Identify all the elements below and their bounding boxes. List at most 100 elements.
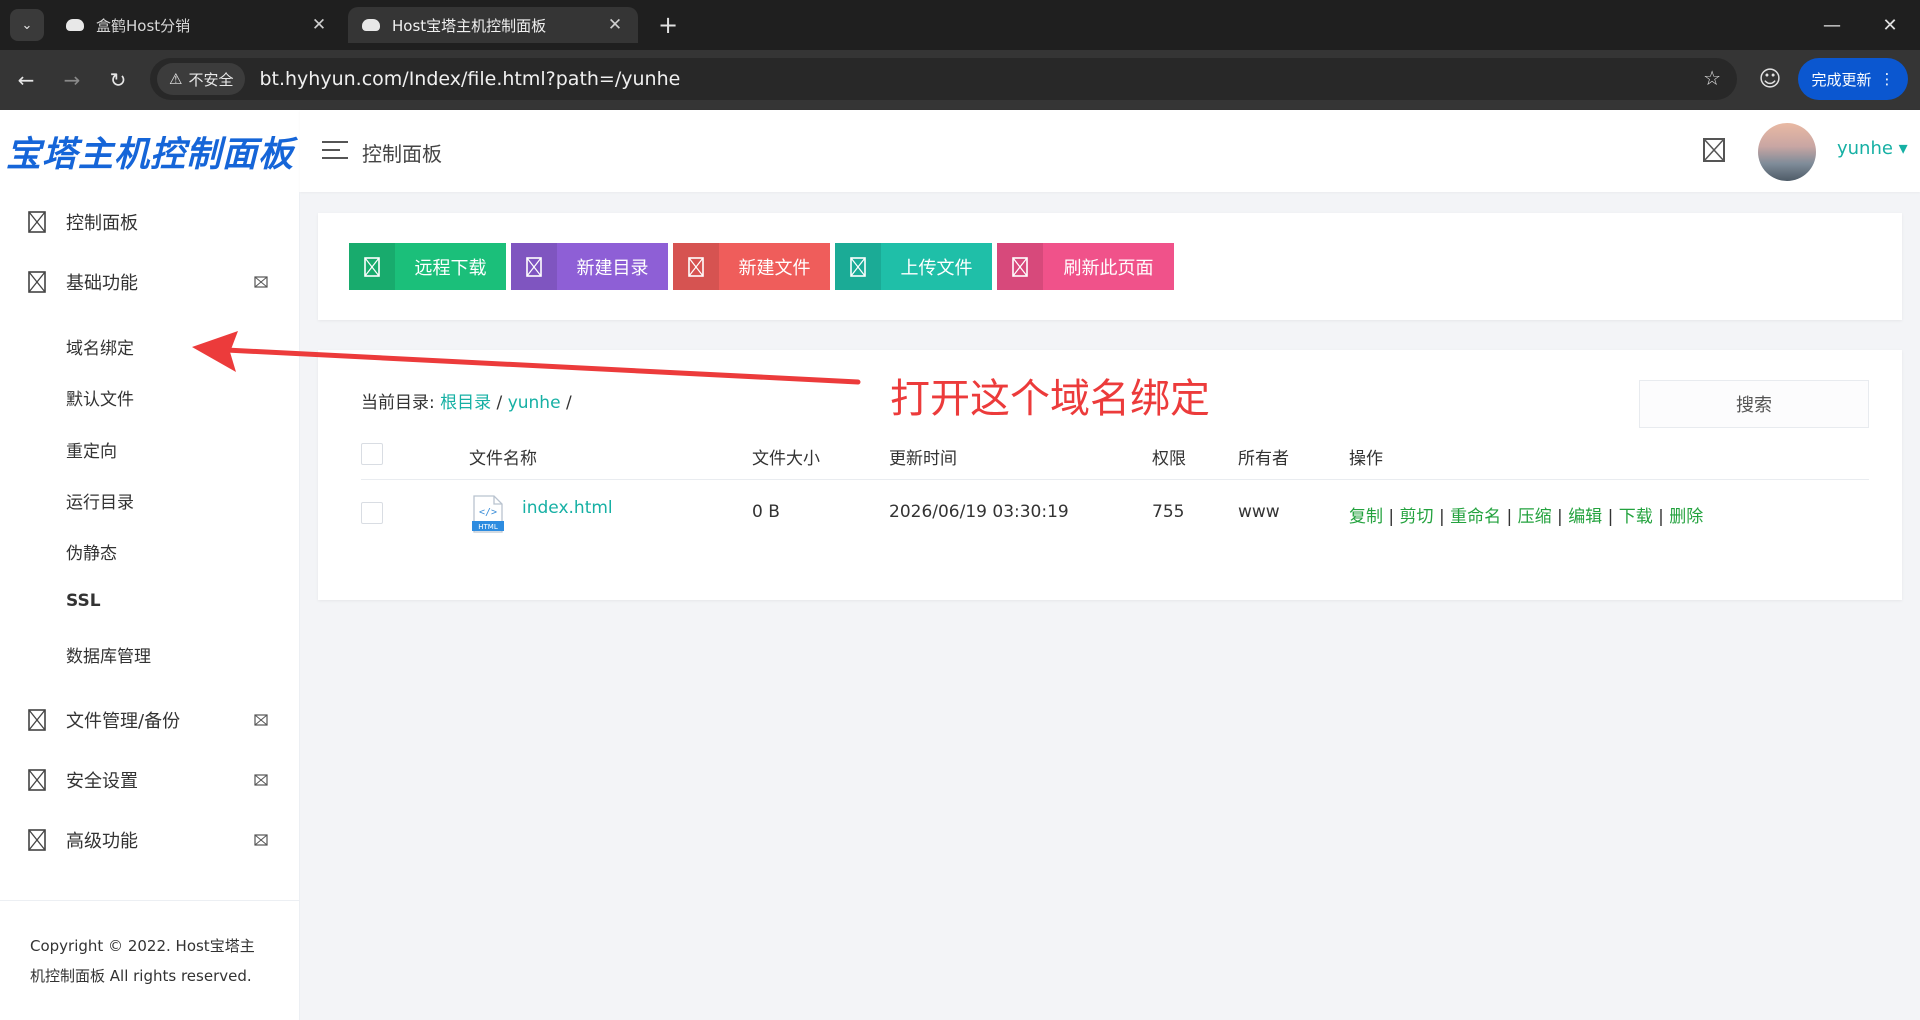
back-button[interactable]: ← [10, 64, 42, 96]
sidebar-subitem-ssl[interactable]: SSL [66, 591, 101, 611]
remote-download-button[interactable]: 远程下载 [349, 243, 506, 290]
sidebar: 控制面板 基础功能 域名绑定 默认文件 重定向 运行目录 伪静态 SSL 数据库… [0, 192, 300, 1020]
tab-title: Host宝塔主机控制面板 [392, 16, 547, 35]
sidebar-subitem-database[interactable]: 数据库管理 [66, 642, 151, 667]
upload-file-button[interactable]: 上传文件 [835, 243, 992, 290]
file-owner: www [1238, 502, 1280, 522]
plus-icon: + [657, 11, 679, 39]
cloud-icon [362, 19, 380, 31]
download-link[interactable]: 下载 [1619, 507, 1653, 527]
tab-search-button[interactable]: ⌄ [10, 9, 44, 41]
more-vertical-icon: ⋮ [1879, 70, 1895, 88]
close-icon[interactable]: ✕ [310, 15, 328, 35]
column-header-actions: 操作 [1349, 449, 1383, 469]
notification-icon[interactable] [1702, 136, 1726, 164]
breadcrumb-root-link[interactable]: 根目录 [440, 393, 491, 413]
select-all-checkbox[interactable] [361, 443, 383, 465]
sidebar-item-dashboard[interactable]: 控制面板 [0, 200, 300, 244]
reload-button[interactable]: ↻ [102, 64, 134, 96]
placeholder-icon [28, 271, 46, 293]
divider [361, 479, 1869, 480]
button-label: 刷新此页面 [1063, 257, 1154, 279]
app-header: 控制面板 yunhe ▾ [300, 110, 1920, 192]
page-title: 控制面板 [362, 142, 442, 166]
sidebar-item-label: 高级功能 [66, 831, 138, 852]
expand-icon [254, 834, 268, 846]
rename-link[interactable]: 重命名 [1450, 507, 1501, 527]
button-label: 新建文件 [738, 257, 811, 279]
sidebar-item-security[interactable]: 安全设置 [0, 758, 300, 802]
sidebar-subitem-domain-binding[interactable]: 域名绑定 [66, 334, 134, 359]
download-icon [349, 243, 395, 290]
refresh-page-button[interactable]: 刷新此页面 [997, 243, 1174, 290]
new-directory-button[interactable]: 新建目录 [511, 243, 668, 290]
warning-icon: ⚠ [169, 70, 183, 88]
column-header-name: 文件名称 [469, 449, 537, 469]
url-text[interactable]: bt.hyhyun.com/Index/file.html?path=/yunh… [259, 68, 680, 90]
breadcrumb-label: 当前目录: [361, 393, 435, 413]
copy-link[interactable]: 复制 [1349, 507, 1383, 527]
avatar[interactable] [1758, 123, 1816, 181]
browser-tab-2[interactable]: Host宝塔主机控制面板 ✕ [348, 7, 638, 43]
file-updated: 2026/06/19 03:30:19 [889, 502, 1069, 522]
new-tab-button[interactable]: + [652, 9, 684, 41]
file-size: 0 B [752, 502, 780, 522]
close-window-button[interactable]: ✕ [1870, 10, 1910, 40]
sidebar-subitem-rewrite[interactable]: 伪静态 [66, 539, 117, 564]
sidebar-item-label: 文件管理/备份 [66, 711, 181, 732]
column-header-permission: 权限 [1152, 449, 1186, 469]
file-name-link[interactable]: index.html [522, 498, 613, 518]
breadcrumb-dir-link[interactable]: yunhe [508, 393, 561, 413]
html-file-icon: </> HTML [472, 495, 504, 533]
chevron-down-icon: ⌄ [21, 17, 33, 33]
column-header-size: 文件大小 [752, 449, 820, 469]
browser-tab-bar: ⌄ 盒鹤Host分销 ✕ Host宝塔主机控制面板 ✕ + — ✕ [0, 0, 1920, 50]
sidebar-subitem-run-directory[interactable]: 运行目录 [66, 488, 134, 513]
sidebar-item-basic[interactable]: 基础功能 [0, 260, 300, 304]
cut-link[interactable]: 剪切 [1400, 507, 1434, 527]
sidebar-item-advanced[interactable]: 高级功能 [0, 818, 300, 862]
hamburger-menu-icon[interactable] [322, 141, 348, 161]
compress-link[interactable]: 压缩 [1518, 507, 1552, 527]
sidebar-subitem-redirect[interactable]: 重定向 [66, 437, 117, 462]
button-label: 上传文件 [900, 257, 973, 279]
file-add-icon [673, 243, 719, 290]
cloud-icon [66, 19, 84, 31]
security-label: 不安全 [188, 70, 234, 89]
close-icon: ✕ [1882, 14, 1898, 36]
sidebar-subitem-default-file[interactable]: 默认文件 [66, 385, 134, 410]
profile-icon[interactable]: ☺ [1754, 63, 1786, 95]
forward-button[interactable]: → [56, 64, 88, 96]
placeholder-icon [28, 769, 46, 791]
expand-icon [254, 714, 268, 726]
action-toolbar: 远程下载 新建目录 新建文件 上传文件 刷新此页面 [318, 213, 1902, 320]
copyright: Copyright © 2022. Host宝塔主 机控制面板 All righ… [0, 900, 300, 991]
site-info-button[interactable]: ⚠ 不安全 [157, 63, 246, 95]
update-button[interactable]: 完成更新 ⋮ [1798, 58, 1908, 100]
edit-link[interactable]: 编辑 [1568, 507, 1602, 527]
address-bar[interactable]: ⚠ 不安全 bt.hyhyun.com/Index/file.html?path… [150, 58, 1737, 100]
sidebar-item-label: 基础功能 [66, 273, 138, 294]
breadcrumb-separator: / [496, 393, 503, 413]
delete-link[interactable]: 删除 [1669, 507, 1703, 527]
app-logo[interactable]: 宝塔主机控制面板 [0, 110, 300, 192]
placeholder-icon [28, 709, 46, 731]
update-label: 完成更新 [1811, 70, 1872, 89]
logo-text: 宝塔主机控制面板 [6, 134, 295, 175]
expand-icon [254, 774, 268, 786]
user-menu[interactable]: yunhe ▾ [1837, 138, 1908, 159]
sidebar-item-file-management[interactable]: 文件管理/备份 [0, 698, 300, 742]
close-icon[interactable]: ✕ [606, 15, 624, 35]
bookmark-star-icon[interactable]: ☆ [1703, 66, 1721, 90]
upload-icon [835, 243, 881, 290]
button-label: 新建目录 [576, 257, 649, 279]
sidebar-item-label: 控制面板 [66, 213, 138, 234]
browser-tab-1[interactable]: 盒鹤Host分销 ✕ [52, 7, 342, 43]
row-checkbox[interactable] [361, 502, 383, 524]
svg-text:HTML: HTML [478, 523, 498, 531]
new-file-button[interactable]: 新建文件 [673, 243, 830, 290]
restore-button[interactable] [1814, 10, 1854, 40]
search-button[interactable]: 搜索 [1639, 380, 1869, 428]
svg-text:</>: </> [479, 507, 497, 518]
column-header-owner: 所有者 [1238, 449, 1289, 469]
